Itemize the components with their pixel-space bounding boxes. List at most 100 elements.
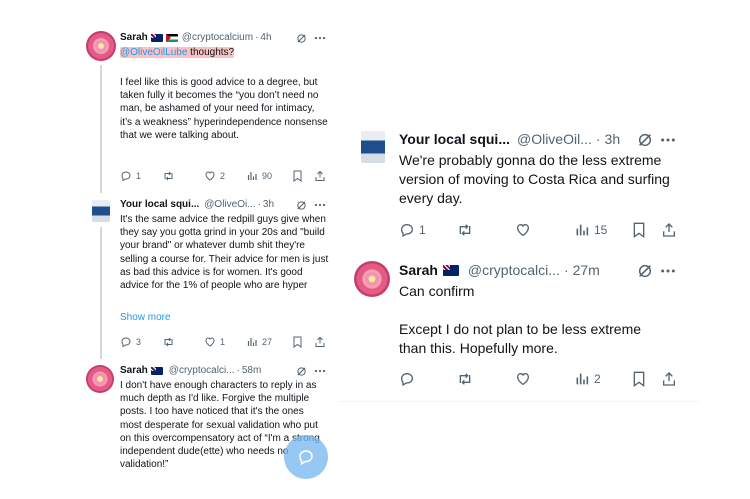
heart-icon [205, 171, 215, 181]
separator-dot: · [255, 32, 259, 43]
view-count: 90 [262, 171, 273, 181]
avatar-sarah[interactable] [86, 365, 114, 393]
compose-icon [299, 450, 313, 466]
reply-button[interactable]: 3 [120, 336, 141, 348]
like-button[interactable]: 1 [204, 336, 225, 348]
handle[interactable]: @cryptocalcium [182, 32, 253, 43]
views-button[interactable]: 90 [246, 170, 272, 182]
tweet-sarah-3[interactable]: Sarah @cryptocalci... · 27m Can confirm … [340, 256, 698, 402]
tweet-olive-1[interactable]: Your local squi... @OliveOi... · 3h It's… [82, 195, 336, 359]
share-button[interactable] [314, 170, 326, 182]
timestamp[interactable]: 58m [242, 365, 261, 376]
heart-icon [205, 337, 215, 347]
timestamp[interactable]: 3h [263, 199, 274, 210]
repost-button[interactable] [162, 170, 175, 182]
bookmark-button[interactable] [292, 170, 303, 182]
repost-button[interactable] [456, 371, 474, 387]
bookmark-button[interactable] [632, 222, 646, 238]
bookmark-button[interactable] [632, 371, 646, 387]
separator-dot: · [563, 262, 569, 278]
reply-button[interactable]: 1 [120, 170, 141, 182]
views-button[interactable]: 27 [246, 336, 272, 348]
view-count: 15 [594, 223, 608, 237]
views-icon [247, 338, 257, 346]
tweet-olive-2[interactable]: Your local squi... @OliveOil... · 3h We'… [340, 118, 698, 256]
views-icon [247, 172, 257, 180]
mention-link[interactable]: @OliveOilLube [120, 47, 187, 58]
avatar-sarah[interactable] [354, 261, 390, 297]
display-name[interactable]: Your local squi... [399, 131, 510, 147]
tweet-header: Sarah @cryptocalcium · 4h [120, 32, 272, 43]
reply-icon [121, 171, 131, 182]
separator-dot: · [257, 199, 261, 210]
more-options-icon[interactable] [660, 135, 676, 145]
more-options-icon[interactable] [660, 266, 676, 276]
share-icon [315, 336, 325, 347]
grok-icon[interactable] [637, 263, 653, 279]
highlight-mark: @OliveOilLube thoughts? [120, 47, 235, 58]
like-button[interactable]: 2 [204, 170, 225, 182]
australia-flag-icon [150, 33, 163, 42]
tweet-header: Sarah @cryptocalci... · 58m [120, 365, 261, 376]
action-bar: 2 [399, 370, 689, 388]
thread-line [100, 227, 102, 359]
handle[interactable]: @OliveOil... [517, 131, 592, 147]
reply-count: 1 [136, 171, 142, 181]
grok-icon[interactable] [296, 33, 307, 44]
avatar-sarah[interactable] [86, 31, 116, 61]
repost-button[interactable] [162, 336, 175, 348]
timestamp[interactable]: 27m [573, 262, 600, 278]
repost-button[interactable] [456, 222, 474, 238]
repost-icon [459, 224, 471, 236]
tweet-sarah-1[interactable]: Sarah @cryptocalcium · 4h @OliveOilLube … [82, 25, 336, 193]
views-icon [576, 373, 589, 385]
reply-icon [400, 372, 414, 387]
grok-icon[interactable] [637, 132, 653, 148]
more-options-icon[interactable] [314, 366, 326, 376]
show-more-link[interactable]: Show more [120, 312, 171, 323]
reply-icon [400, 223, 414, 238]
timestamp[interactable]: 4h [260, 32, 271, 43]
repost-icon [164, 171, 173, 181]
more-options-icon[interactable] [314, 200, 326, 210]
tweet-header: Your local squi... @OliveOi... · 3h [120, 199, 274, 210]
avatar-olive[interactable] [361, 131, 385, 163]
grok-icon[interactable] [296, 366, 307, 377]
reply-count: 1 [419, 223, 426, 237]
action-bar: 3 1 27 [120, 335, 330, 349]
separator-dot: · [236, 365, 240, 376]
views-button[interactable]: 2 [574, 371, 601, 387]
reply-button[interactable] [399, 371, 415, 387]
bookmark-icon [293, 170, 302, 182]
like-button[interactable] [515, 371, 531, 387]
views-icon [576, 224, 589, 236]
tweet-text-line2: Except I do not plan to be less extreme … [399, 321, 642, 356]
display-name[interactable]: Your local squi... [120, 199, 199, 210]
share-button[interactable] [661, 371, 677, 387]
bookmark-button[interactable] [292, 336, 303, 348]
handle[interactable]: @cryptocalci... [169, 365, 235, 376]
repost-icon [164, 337, 173, 347]
action-bar: 1 2 90 [120, 169, 330, 183]
grok-icon[interactable] [296, 200, 307, 211]
reply-button[interactable]: 1 [399, 222, 426, 238]
views-button[interactable]: 15 [574, 222, 607, 238]
like-button[interactable] [515, 222, 531, 238]
display-name[interactable]: Sarah [399, 262, 438, 278]
share-button[interactable] [314, 336, 326, 348]
more-options-icon[interactable] [314, 33, 326, 43]
avatar-olive[interactable] [92, 200, 110, 222]
bookmark-icon [633, 371, 645, 387]
action-bar: 1 15 [399, 221, 689, 239]
display-name[interactable]: Sarah [120, 32, 148, 43]
handle[interactable]: @OliveOi... [204, 199, 255, 210]
left-thread-panel: Sarah @cryptocalcium · 4h @OliveOilLube … [82, 25, 336, 499]
view-count: 2 [594, 372, 601, 386]
tweet-sarah-2[interactable]: Sarah @cryptocalci... · 58m I don't have… [82, 361, 336, 499]
compose-bubble[interactable] [284, 435, 328, 479]
share-icon [315, 170, 325, 181]
timestamp[interactable]: 3h [605, 131, 621, 147]
handle[interactable]: @cryptocalci... [468, 262, 560, 278]
share-button[interactable] [661, 222, 677, 238]
display-name[interactable]: Sarah [120, 365, 148, 376]
